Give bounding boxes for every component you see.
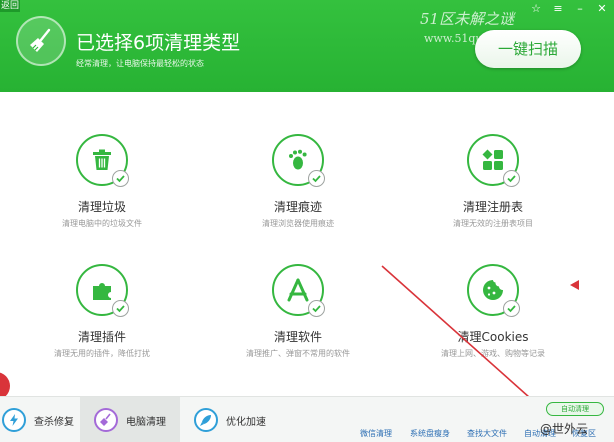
nav-pc-cleanup[interactable]: 电脑清理: [80, 397, 180, 442]
rocket-icon: [194, 408, 218, 432]
credit-watermark: @世外云: [540, 422, 589, 436]
cleanup-window: 返回 已选择6项清理类型 经常清理，让电脑保持最轻松的状态 51区未解之谜 ww…: [0, 0, 614, 442]
annotation-marker: [570, 280, 579, 290]
nav-optimize[interactable]: 优化加速: [190, 397, 280, 442]
nav-label: 电脑清理: [126, 416, 166, 428]
broom-icon: [94, 408, 118, 432]
link-wechat-clean[interactable]: 微信清理: [360, 428, 392, 439]
nav-virus-repair[interactable]: 查杀修复: [0, 397, 78, 442]
nav-label: 优化加速: [226, 416, 266, 428]
auto-clean-badge[interactable]: 自动清理: [546, 402, 604, 416]
link-disk-slim[interactable]: 系统盘瘦身: [410, 428, 450, 439]
lightning-icon: [2, 408, 26, 432]
link-find-large-files[interactable]: 查找大文件: [467, 428, 507, 439]
annotation-arrow: [381, 265, 552, 418]
nav-label: 查杀修复: [34, 416, 74, 428]
bottom-nav: 查杀修复 电脑清理 优化加速: [0, 396, 614, 442]
